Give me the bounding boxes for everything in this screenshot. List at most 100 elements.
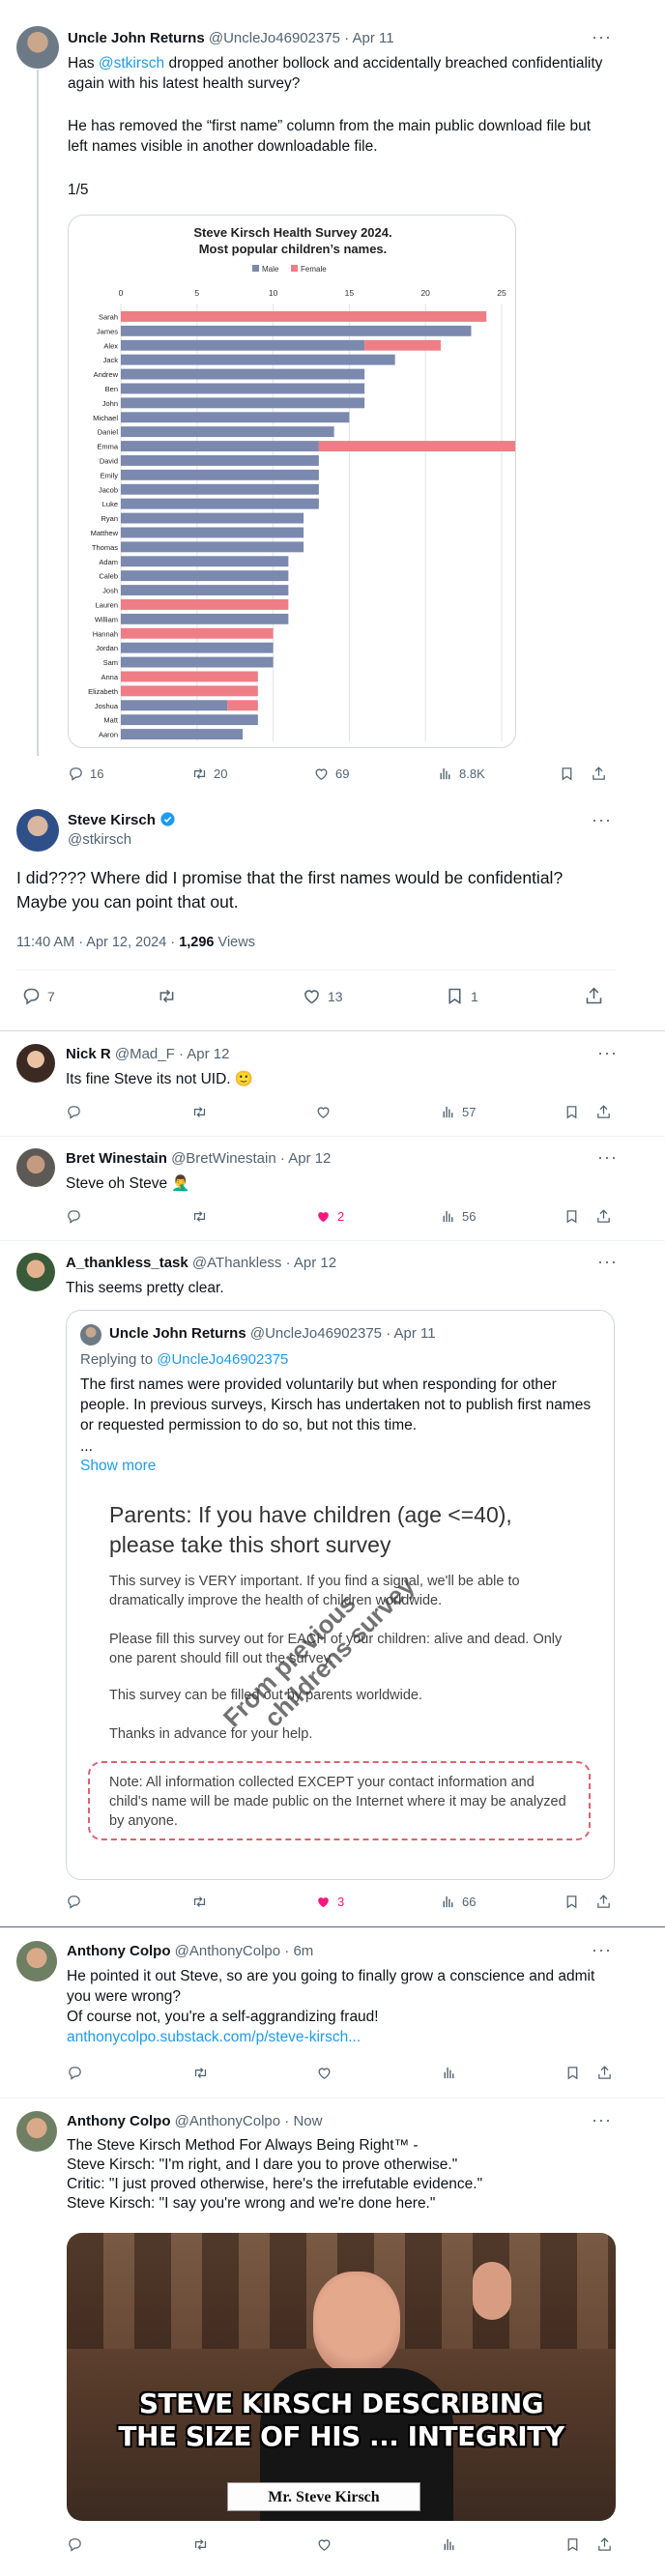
reply-icon — [67, 2065, 83, 2081]
bookmark-button[interactable] — [564, 2536, 581, 2553]
replying-to: Replying to @UncleJo46902375 — [80, 1351, 289, 1368]
thread-line — [37, 70, 39, 756]
bar-male — [121, 498, 319, 509]
author-handle[interactable]: @stkirsch — [68, 831, 131, 848]
author-name[interactable]: Anthony Colpo — [67, 1943, 170, 1959]
retweet-button[interactable] — [191, 1894, 208, 1910]
more-icon[interactable]: ··· — [592, 27, 612, 47]
views-button[interactable]: 8.8K — [437, 766, 485, 782]
retweet-button[interactable] — [191, 1104, 208, 1120]
avatar[interactable] — [16, 1941, 57, 1982]
retweet-button[interactable] — [192, 2536, 209, 2553]
retweet-button[interactable] — [157, 986, 177, 1006]
avatar[interactable] — [16, 2111, 57, 2152]
more-icon[interactable]: ··· — [592, 1940, 612, 1960]
timestamp[interactable]: Apr 11 — [353, 30, 394, 46]
meme-image[interactable]: STEVE KIRSCH DESCRIBING THE SIZE OF HIS … — [67, 2233, 616, 2521]
more-icon[interactable]: ··· — [592, 810, 612, 830]
reply-button[interactable]: 16 — [68, 766, 103, 782]
timestamp[interactable]: Apr 12 — [294, 1255, 336, 1271]
bar-female — [121, 627, 274, 639]
author-handle[interactable]: @AThankless — [192, 1255, 281, 1271]
views-button[interactable]: 57 — [440, 1104, 476, 1120]
bar-chart: Steve Kirsch Health Survey 2024. Most po… — [88, 225, 515, 741]
avatar[interactable] — [16, 1253, 55, 1291]
external-link[interactable]: anthonycolpo.substack.com/p/steve-kirsch… — [67, 2027, 361, 2047]
timestamp[interactable]: Now — [293, 2113, 322, 2129]
category-label: Andrew — [94, 370, 119, 379]
reply-button[interactable] — [66, 1104, 82, 1120]
author-name[interactable]: Anthony Colpo — [67, 2113, 170, 2129]
author-name[interactable]: Nick R — [66, 1046, 111, 1062]
like-button[interactable]: 2 — [315, 1208, 344, 1225]
tweet-actions: 3 66 — [66, 1894, 626, 1913]
author-handle[interactable]: @AnthonyColpo — [175, 2113, 280, 2129]
timestamp[interactable]: 11:40 AM · Apr 12, 2024 · — [16, 935, 179, 950]
author-name[interactable]: Bret Winestain — [66, 1150, 167, 1167]
bookmark-button[interactable] — [564, 1894, 580, 1910]
share-button[interactable] — [584, 986, 604, 1006]
reply-button[interactable] — [67, 2065, 83, 2081]
author-name[interactable]: Uncle John Returns — [68, 30, 205, 46]
author-handle[interactable]: @Mad_F — [115, 1046, 175, 1062]
timestamp[interactable]: Apr 12 — [187, 1046, 229, 1062]
like-button[interactable] — [316, 2065, 332, 2081]
x-tick-label: 5 — [194, 288, 199, 298]
meme-caption: STEVE KIRSCH DESCRIBING THE SIZE OF HIS … — [118, 2388, 564, 2452]
views-button[interactable]: 56 — [440, 1208, 476, 1225]
like-button[interactable]: 13 — [302, 986, 343, 1006]
chart-image[interactable]: Steve Kirsch Health Survey 2024. Most po… — [68, 215, 516, 748]
share-button[interactable] — [591, 766, 607, 782]
like-button[interactable] — [315, 1104, 332, 1120]
more-icon[interactable]: ··· — [592, 2110, 612, 2130]
retweet-button[interactable]: 20 — [191, 766, 227, 782]
author-name[interactable]: Steve Kirsch — [68, 812, 156, 828]
bookmark-button[interactable] — [559, 766, 575, 782]
legend-label: Male — [262, 265, 279, 274]
share-button[interactable] — [596, 2536, 613, 2553]
reply-button[interactable]: 7 — [21, 986, 55, 1006]
category-label: Emma — [97, 443, 118, 451]
retweet-button[interactable] — [191, 1208, 208, 1225]
x-tick-label: 10 — [269, 288, 278, 298]
category-label: Sam — [103, 658, 118, 667]
views-button[interactable] — [441, 2065, 457, 2081]
bookmark-button[interactable] — [564, 2065, 581, 2081]
author-handle[interactable]: @UncleJo46902375 — [209, 30, 340, 46]
timestamp[interactable]: Apr 12 — [288, 1150, 331, 1167]
avatar[interactable] — [16, 809, 59, 852]
author-name[interactable]: A_thankless_task — [66, 1255, 188, 1271]
share-button[interactable] — [596, 2065, 613, 2081]
more-icon[interactable]: ··· — [597, 1252, 618, 1272]
avatar[interactable] — [16, 26, 59, 69]
x-tick-label: 20 — [420, 288, 430, 298]
avatar[interactable] — [16, 1148, 55, 1187]
share-icon — [596, 2065, 613, 2081]
author-handle[interactable]: @BretWinestain — [171, 1150, 276, 1167]
quote-tweet-card[interactable]: Uncle John Returns @UncleJo46902375 · Ap… — [66, 1310, 615, 1880]
category-label: Michael — [93, 414, 118, 422]
views-button[interactable]: 66 — [440, 1894, 476, 1910]
like-button[interactable] — [316, 2536, 332, 2553]
share-button[interactable] — [595, 1894, 612, 1910]
reply-button[interactable] — [67, 2536, 83, 2553]
bookmark-button[interactable] — [564, 1104, 580, 1120]
more-icon[interactable]: ··· — [597, 1043, 618, 1063]
avatar[interactable] — [16, 1044, 55, 1083]
retweet-button[interactable] — [192, 2065, 209, 2081]
like-button[interactable]: 3 — [315, 1894, 344, 1910]
bookmark-button[interactable]: 1 — [445, 986, 478, 1006]
share-button[interactable] — [595, 1104, 612, 1120]
like-button[interactable]: 69 — [313, 766, 349, 782]
more-icon[interactable]: ··· — [597, 1147, 618, 1168]
x-tick-label: 0 — [119, 288, 124, 298]
share-button[interactable] — [595, 1208, 612, 1225]
bookmark-button[interactable] — [564, 1208, 580, 1225]
show-more-link[interactable]: Show more — [80, 1456, 156, 1476]
reply-button[interactable] — [66, 1208, 82, 1225]
reply-button[interactable] — [66, 1894, 82, 1910]
author-handle[interactable]: @AnthonyColpo — [175, 1943, 280, 1959]
timestamp[interactable]: 6m — [293, 1943, 313, 1959]
mention-link[interactable]: @stkirsch — [99, 55, 164, 72]
views-button[interactable] — [441, 2536, 457, 2553]
